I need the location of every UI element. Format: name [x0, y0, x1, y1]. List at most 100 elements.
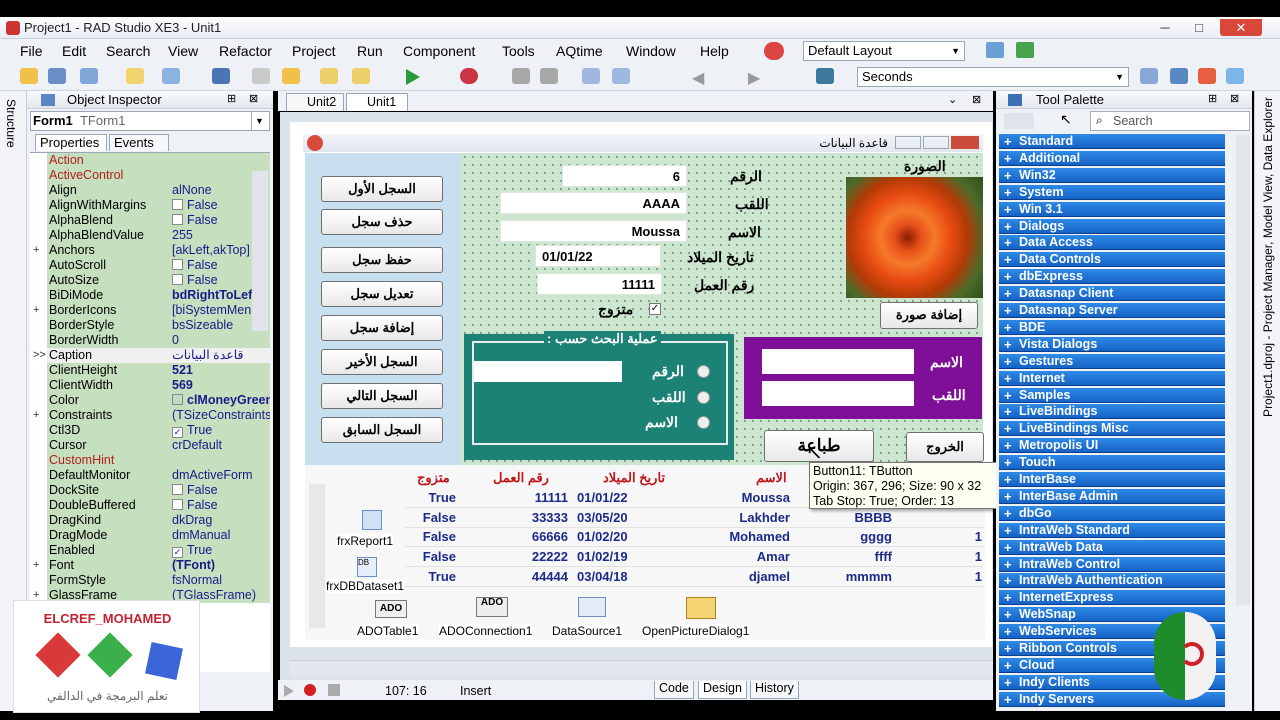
palette-category[interactable]: LiveBindings [999, 404, 1225, 420]
trace-into-icon[interactable] [582, 68, 600, 84]
palette-category[interactable]: Internet [999, 370, 1225, 386]
reopen-icon[interactable] [162, 68, 180, 84]
play-macro-icon[interactable] [284, 685, 294, 697]
close-icon[interactable]: ⊠ [1230, 92, 1239, 105]
close-icon[interactable]: ⊠ [972, 93, 981, 106]
maximize-button[interactable]: □ [1184, 19, 1214, 36]
property-checkbox[interactable]: ✓ [172, 427, 183, 438]
pin-icon[interactable]: ⊞ [227, 92, 236, 105]
inspector-scrollbar[interactable] [252, 171, 268, 331]
property-checkbox[interactable] [172, 274, 183, 285]
menu-file[interactable]: File [20, 43, 43, 59]
form-minimize[interactable] [895, 136, 921, 149]
component-adotable1[interactable]: ADOTable1 [357, 624, 419, 638]
palette-category[interactable]: Dialogs [999, 218, 1225, 234]
object-selector[interactable]: Form1 TForm1 ▼ [30, 111, 270, 131]
palette-category[interactable]: Metropolis UI [999, 438, 1225, 454]
tab-events[interactable]: Events [109, 134, 169, 151]
property-row[interactable]: Cursor crDefault [30, 438, 270, 453]
menu-tools[interactable]: Tools [502, 43, 535, 59]
menu-window[interactable]: Window [626, 43, 676, 59]
add-record-button[interactable]: إضافة سجل [321, 315, 443, 341]
palette-category[interactable]: Win32 [999, 167, 1225, 183]
edit-record-button[interactable]: تعديل سجل [321, 281, 443, 307]
property-value[interactable]: (TSizeConstraints) [170, 408, 270, 423]
dataset-component-icon[interactable]: DB [357, 557, 377, 577]
palette-category[interactable]: LiveBindings Misc [999, 421, 1225, 437]
first-record-button[interactable]: السجل الأول [321, 176, 443, 202]
property-row[interactable]: + BorderIcons [biSystemMenu] [30, 303, 270, 318]
property-row[interactable]: AlphaBlendValue 255 [30, 228, 270, 243]
property-row[interactable]: BiDiMode bdRightToLeft [30, 288, 270, 303]
property-row[interactable]: CustomHint [30, 453, 270, 468]
pause-icon[interactable] [512, 68, 530, 84]
property-checkbox[interactable] [172, 214, 183, 225]
prior-record-button[interactable]: السجل السابق [321, 417, 443, 443]
tool-icon[interactable] [1170, 68, 1188, 84]
property-value[interactable]: dmActiveForm [170, 468, 270, 483]
property-checkbox[interactable] [172, 199, 183, 210]
palette-category[interactable]: InterBase Admin [999, 488, 1225, 504]
tab-design[interactable]: Design [698, 681, 747, 699]
table-row[interactable] [405, 548, 983, 568]
help-book-icon[interactable] [816, 68, 834, 84]
property-row[interactable]: ActiveControl [30, 168, 270, 183]
property-value[interactable]: clMoneyGreen [170, 393, 270, 408]
remove-file-icon[interactable] [352, 68, 370, 84]
property-row[interactable]: Color clMoneyGreen [30, 393, 270, 408]
palette-scrollbar[interactable] [1236, 135, 1250, 605]
palette-category[interactable]: InterBase [999, 472, 1225, 487]
forward-icon[interactable]: ▶ [748, 68, 760, 88]
component-openpicturedialog1[interactable]: OpenPictureDialog1 [642, 624, 750, 638]
close-icon[interactable]: ⊠ [249, 92, 258, 105]
add-file-icon[interactable] [320, 68, 338, 84]
adotable-icon[interactable]: ADO [375, 600, 407, 618]
property-row[interactable]: AlignWithMargins False [30, 198, 270, 213]
property-row[interactable]: Enabled ✓ True [30, 543, 270, 558]
globe-icon[interactable] [764, 42, 784, 60]
tool-icon[interactable] [1140, 68, 1158, 84]
stop-macro-icon[interactable] [328, 684, 340, 696]
set-debug-desktop-icon[interactable] [1016, 42, 1034, 58]
palette-category[interactable]: dbExpress [999, 269, 1225, 285]
property-row[interactable]: BorderWidth 0 [30, 333, 270, 348]
property-value[interactable]: (TFont) [170, 558, 270, 573]
property-row[interactable]: DragMode dmManual [30, 528, 270, 543]
expand-icon[interactable]: + [33, 408, 39, 423]
property-row[interactable]: AlphaBlend False [30, 213, 270, 228]
property-value[interactable]: False [170, 498, 270, 513]
back-icon[interactable]: ◀ [692, 68, 704, 88]
save-icon[interactable] [212, 68, 230, 84]
menu-component[interactable]: Component [403, 43, 475, 59]
property-row[interactable]: DefaultMonitor dmActiveForm [30, 468, 270, 483]
palette-category[interactable]: Win 3.1 [999, 201, 1225, 217]
palette-category[interactable]: Data Controls [999, 252, 1225, 268]
adoconnection-icon[interactable]: ADO [476, 597, 508, 617]
palette-category[interactable]: Touch [999, 455, 1225, 471]
property-row[interactable]: FormStyle fsNormal [30, 573, 270, 588]
table-row[interactable] [405, 509, 983, 528]
property-value[interactable] [170, 453, 270, 468]
new-items-icon[interactable] [48, 68, 66, 84]
layout-combo[interactable]: Default Layout ▼ [803, 41, 965, 61]
palette-category[interactable]: Gestures [999, 353, 1225, 369]
property-value[interactable]: 521 [170, 363, 270, 378]
run-without-debug-icon[interactable] [460, 68, 478, 84]
property-row[interactable]: + Anchors [akLeft,akTop] [30, 243, 270, 258]
seconds-combo[interactable]: Seconds ▼ [857, 67, 1129, 87]
property-row[interactable]: ClientHeight 521 [30, 363, 270, 378]
property-value[interactable]: 569 [170, 378, 270, 393]
component-datasource1[interactable]: DataSource1 [552, 624, 623, 638]
num-field[interactable]: 6 [562, 165, 687, 187]
tab-unit1[interactable]: Unit1 [346, 93, 408, 111]
project-manager-side-tab[interactable]: Project1.dproj - Project Manager, Model … [1254, 91, 1280, 711]
property-checkbox[interactable] [172, 259, 183, 270]
menu-help[interactable]: Help [700, 43, 729, 59]
report-component-icon[interactable] [362, 510, 382, 530]
palette-category[interactable]: IntraWeb Data [999, 539, 1225, 555]
stop-icon[interactable] [540, 68, 558, 84]
property-value[interactable]: fsNormal [170, 573, 270, 588]
save-record-button[interactable]: حفظ سجل [321, 247, 443, 273]
palette-category[interactable]: Standard [999, 134, 1225, 149]
palette-category[interactable]: Additional [999, 150, 1225, 166]
